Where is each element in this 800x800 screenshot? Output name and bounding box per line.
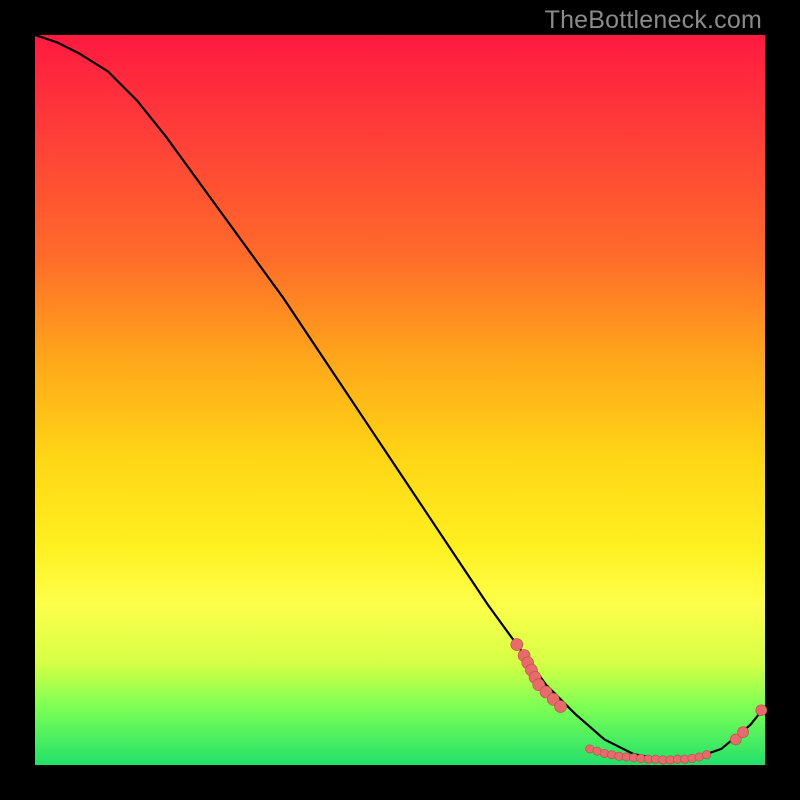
- data-point-marker: [738, 727, 749, 738]
- data-point-marker: [555, 701, 567, 713]
- chart-overlay: [35, 35, 765, 765]
- watermark-text: TheBottleneck.com: [545, 6, 762, 35]
- data-point-marker: [511, 639, 523, 651]
- data-point-marker: [756, 705, 767, 716]
- data-point-marker: [608, 751, 616, 759]
- data-point-marker: [600, 749, 608, 757]
- bottleneck-curve: [35, 35, 765, 760]
- data-markers: [511, 639, 767, 765]
- stage: TheBottleneck.com: [0, 0, 800, 800]
- data-point-marker: [688, 754, 696, 762]
- data-point-marker: [702, 751, 710, 759]
